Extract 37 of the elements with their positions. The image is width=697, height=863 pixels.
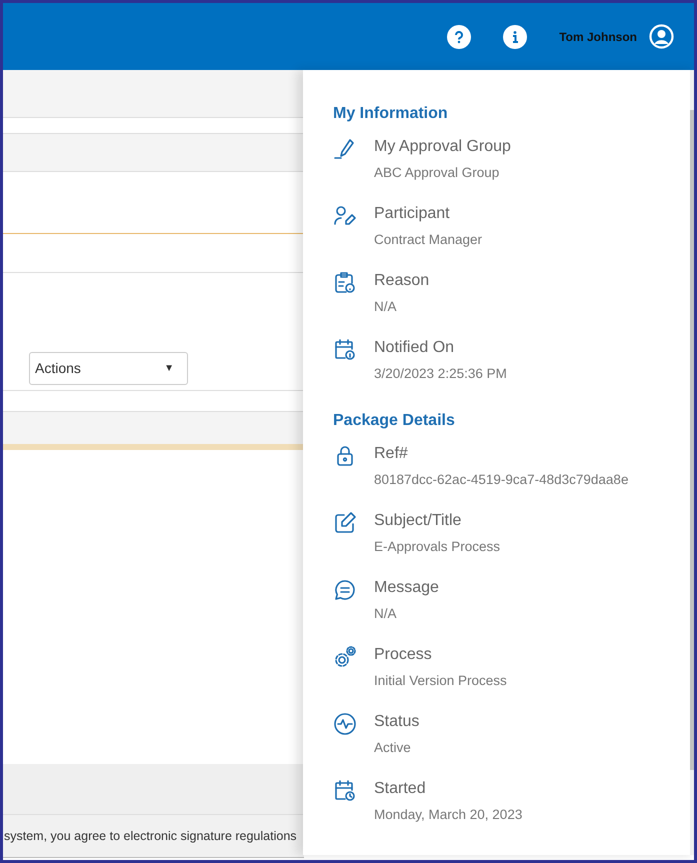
section-heading: Package Details bbox=[333, 411, 456, 431]
info-value: N/A bbox=[374, 298, 398, 316]
info-label: Message bbox=[374, 578, 439, 598]
info-button[interactable] bbox=[503, 24, 528, 48]
info-label: My Approval Group bbox=[374, 137, 511, 157]
chat-bubble-icon bbox=[333, 578, 357, 602]
calendar-clock-icon bbox=[333, 779, 357, 803]
caret-icon: ▼ bbox=[164, 361, 182, 376]
info-value: 80187dcc-62ac-4519-9ca7-48d3c79daa8e bbox=[374, 471, 628, 489]
info-label: Subject/Title bbox=[374, 511, 462, 531]
info-value: N/A bbox=[374, 605, 398, 623]
info-value: E-Approvals Process bbox=[374, 538, 500, 556]
info-label: Participant bbox=[374, 204, 451, 224]
edit-icon bbox=[333, 511, 357, 535]
activity-icon bbox=[333, 712, 357, 736]
info-value: Initial Version Process bbox=[374, 672, 507, 690]
actions-dropdown[interactable]: Actions ▼ bbox=[29, 352, 188, 385]
info-label: Notified On bbox=[374, 338, 456, 358]
info-value: Monday, March 20, 2023 bbox=[374, 806, 522, 824]
calendar-info-icon bbox=[333, 338, 357, 362]
footer-notice: system, you agree to electronic signature regulations bbox=[3, 828, 297, 845]
info-label: Started bbox=[374, 779, 427, 799]
info-label: Ref# bbox=[374, 444, 409, 464]
info-label: Status bbox=[374, 712, 420, 732]
info-value: ABC Approval Group bbox=[374, 164, 500, 182]
gears-icon bbox=[333, 645, 357, 669]
info-label: Process bbox=[374, 645, 433, 665]
user-avatar-icon[interactable] bbox=[649, 24, 674, 49]
info-value: 3/20/2023 2:25:36 PM bbox=[374, 365, 507, 383]
info-value: Active bbox=[374, 739, 412, 757]
help-button[interactable] bbox=[447, 24, 472, 48]
user-edit-icon bbox=[333, 204, 357, 228]
user-name[interactable]: Tom Johnson bbox=[559, 28, 637, 46]
section-heading: My Information bbox=[333, 104, 449, 124]
clipboard-question-icon bbox=[333, 271, 357, 295]
info-value: Contract Manager bbox=[374, 231, 482, 249]
info-label: Reason bbox=[374, 271, 430, 291]
